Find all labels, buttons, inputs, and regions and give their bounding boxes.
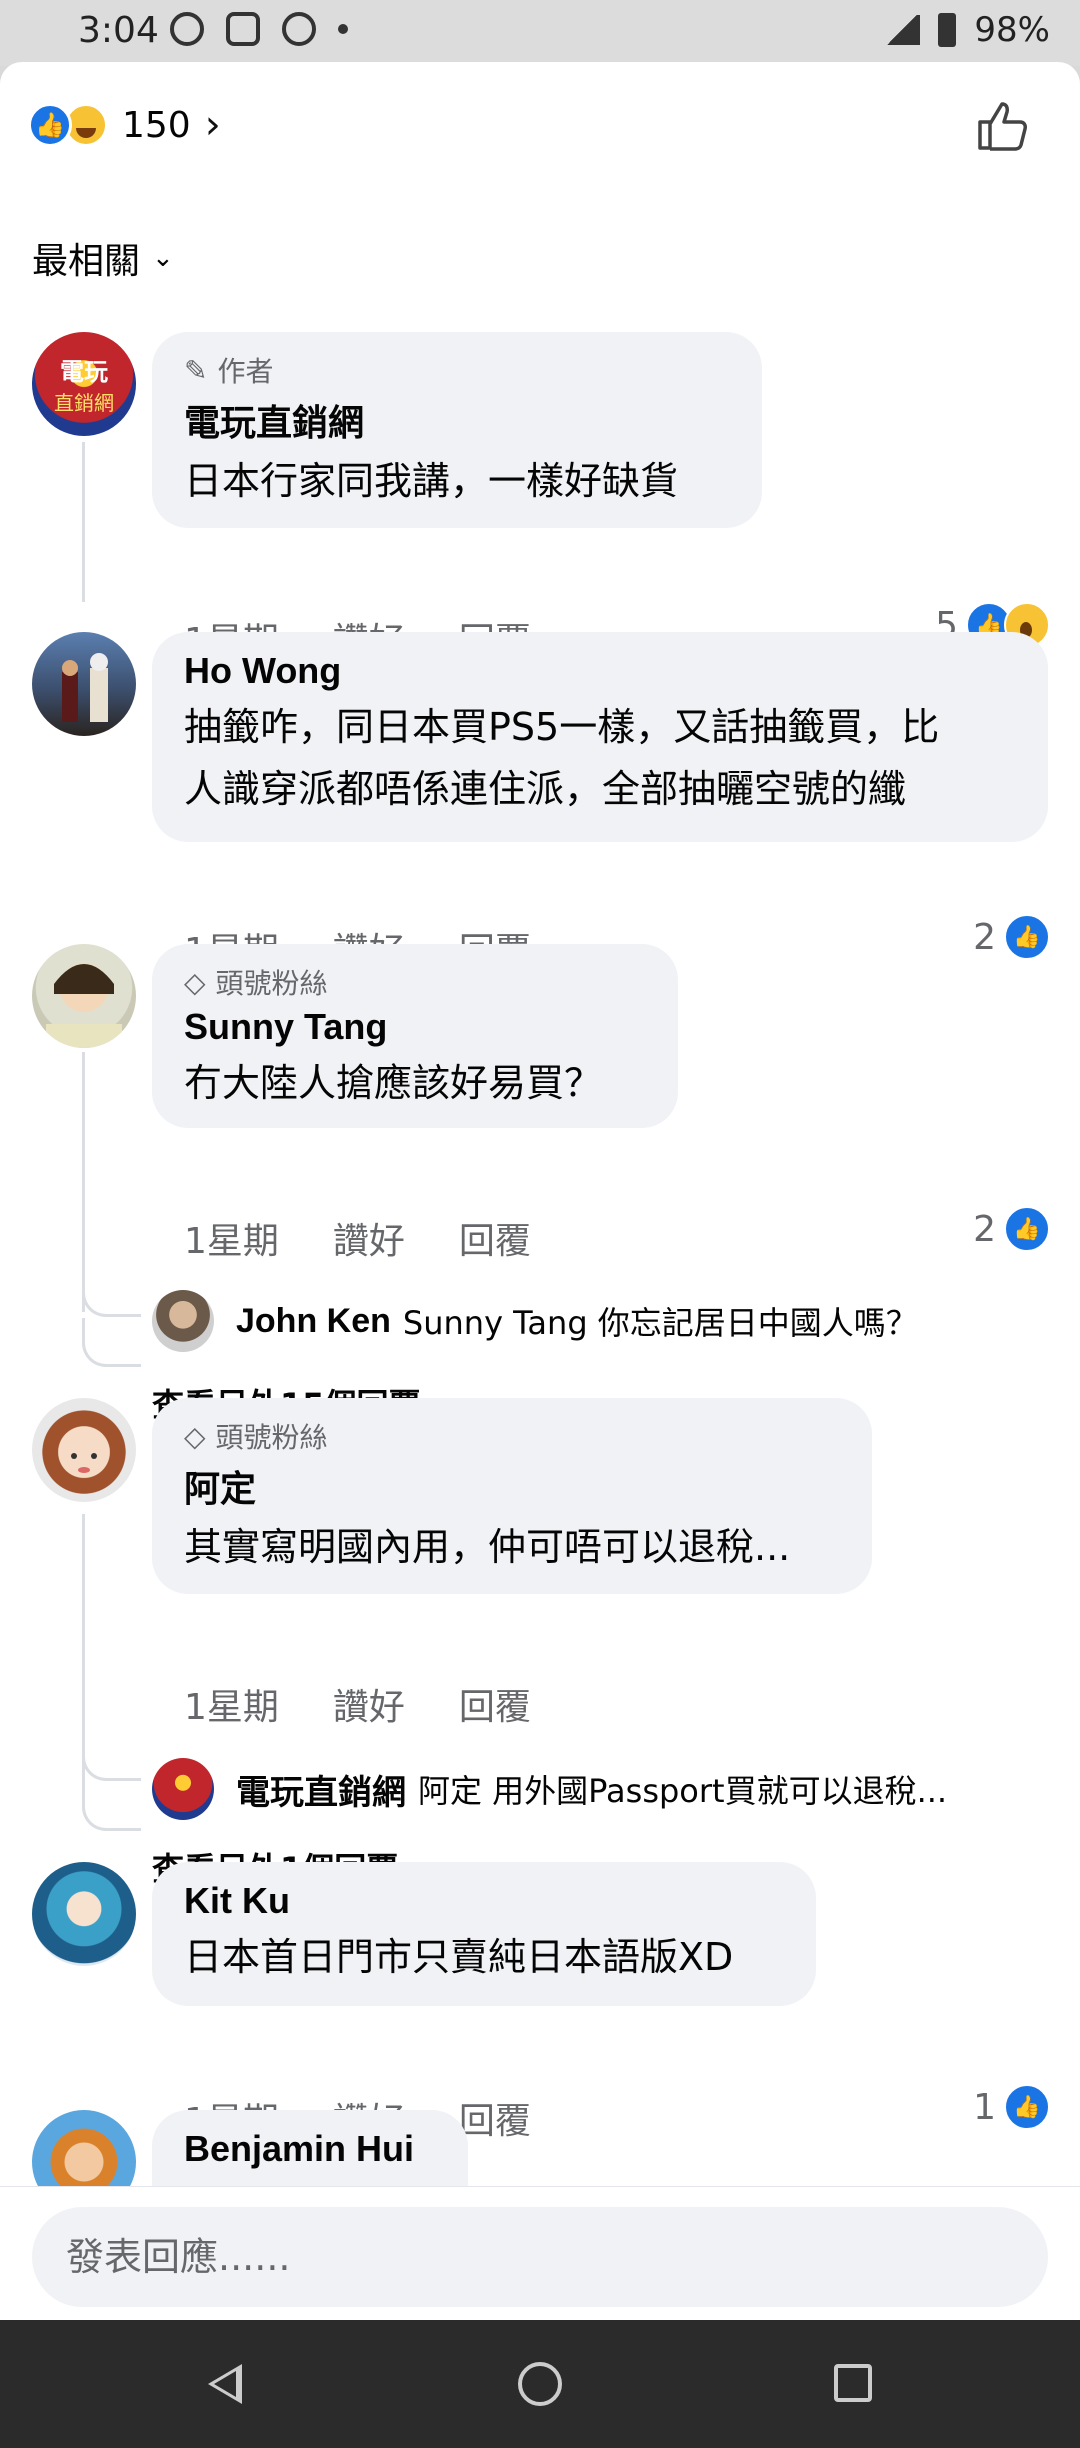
commenter-name[interactable]: Ho Wong: [184, 650, 1016, 692]
avatar[interactable]: [32, 632, 136, 736]
comment-reactions[interactable]: 2 👍: [973, 914, 1050, 960]
comment-time[interactable]: 1星期: [184, 1678, 279, 1730]
comment-bubble[interactable]: ◇ 頭號粉絲 Sunny Tang 冇大陸人搶應該好易買？: [152, 944, 678, 1128]
reply-text: 阿定 ￼￼用外國Passport買就可以退稅...: [418, 1772, 948, 1810]
comments-sheet: 👍 150 › 最相關 ⌄ 電玩 直銷網 ✎ 作者 電玩直銷網 日本行家同我講，一…: [0, 62, 1080, 2320]
thread-line: [82, 1052, 85, 1312]
reaction-count: 2: [973, 1208, 996, 1250]
avatar[interactable]: [32, 944, 136, 1048]
system-navigation-bar: [0, 2320, 1080, 2448]
chevron-down-icon: ⌄: [152, 243, 174, 273]
author-badge: ✎ 作者: [184, 350, 730, 390]
thumbs-up-outline-icon[interactable]: [974, 98, 1030, 154]
reactions-summary[interactable]: 👍 150 ›: [28, 102, 221, 148]
comment-actions: 1星期 讚好 回覆: [184, 1678, 531, 1730]
thread-connector: [82, 1782, 141, 1831]
reply-avatar: [152, 1290, 214, 1352]
commenter-name[interactable]: 阿定: [184, 1460, 840, 1512]
battery-percent: 98%: [974, 10, 1050, 50]
chevron-right-icon: ›: [204, 102, 221, 148]
like-reaction-icon: 👍: [1004, 914, 1050, 960]
discord-icon: [226, 12, 260, 46]
comment-actions: 1星期 讚好 回覆: [184, 1212, 531, 1264]
diamond-icon: ◇: [184, 965, 206, 999]
thread-line: [82, 442, 85, 602]
reply-text: Sunny Tang 你忘記居日中國人嗎？: [402, 1304, 918, 1342]
sort-dropdown[interactable]: 最相關 ⌄: [32, 232, 174, 284]
svg-text:電玩: 電玩: [60, 358, 108, 386]
reply-button[interactable]: 回覆: [459, 2092, 531, 2144]
top-fan-badge: ◇ 頭號粉絲: [184, 1416, 840, 1456]
battery-icon: [938, 13, 957, 47]
comment-text: 其實寫明國內用，仲可唔可以退稅...: [184, 1525, 791, 1569]
thread-connector: [82, 1284, 141, 1317]
diamond-icon: ◇: [184, 1419, 206, 1453]
home-icon[interactable]: [518, 2362, 562, 2406]
system-icons: 98%: [884, 10, 1050, 50]
recent-apps-icon[interactable]: [834, 2364, 872, 2402]
whatsapp-icon: [170, 12, 204, 46]
comment-bubble[interactable]: Kit Ku 日本首日門市只賣純日本語版XD: [152, 1862, 816, 2006]
like-button[interactable]: 讚好: [333, 1678, 405, 1730]
badge-label: 頭號粉絲: [215, 967, 328, 1000]
comment-bubble[interactable]: ✎ 作者 電玩直銷網 日本行家同我講，一樣好缺貨: [152, 332, 762, 528]
commenter-name[interactable]: 電玩直銷網: [184, 394, 730, 446]
back-icon[interactable]: [208, 2364, 242, 2404]
reply-button[interactable]: 回覆: [459, 1678, 531, 1730]
like-reaction-icon: 👍: [28, 103, 72, 147]
comment-reactions[interactable]: 1 👍: [973, 2084, 1050, 2130]
reaction-count: 1: [973, 2086, 996, 2128]
comment-composer: 發表回應......: [0, 2186, 1080, 2320]
comment-input[interactable]: 發表回應......: [32, 2207, 1048, 2307]
reply-avatar: [152, 1758, 214, 1820]
reply-button[interactable]: 回覆: [459, 1212, 531, 1264]
comment-bubble[interactable]: ◇ 頭號粉絲 阿定 其實寫明國內用，仲可唔可以退稅...: [152, 1398, 872, 1594]
reply-preview[interactable]: John Ken Sunny Tang 你忘記居日中國人嗎？: [152, 1290, 1052, 1352]
messenger-icon: [282, 12, 316, 46]
reaction-count: 2: [973, 916, 996, 958]
reaction-count: 150: [122, 104, 191, 146]
status-time: 3:04: [78, 10, 159, 51]
like-button[interactable]: 讚好: [333, 1212, 405, 1264]
top-fan-badge: ◇ 頭號粉絲: [184, 962, 646, 1002]
badge-label: 頭號粉絲: [215, 1421, 328, 1454]
signal-icon: [884, 15, 921, 45]
comment-bubble[interactable]: Ho Wong 抽籤咋，同日本買PS5一樣，又話抽籤買，比 人識穿派都唔係連住派…: [152, 632, 1048, 842]
svg-text:直銷網: 直銷網: [54, 391, 114, 415]
notification-icons: [170, 12, 348, 46]
avatar[interactable]: 電玩 直銷網: [32, 332, 136, 436]
status-bar: 3:04 98%: [0, 0, 1080, 66]
like-reaction-icon: 👍: [1004, 1206, 1050, 1252]
thread-connector: [82, 1748, 141, 1781]
comment-reactions[interactable]: 2 👍: [973, 1206, 1050, 1252]
commenter-name[interactable]: Kit Ku: [184, 1880, 784, 1922]
pencil-icon: ✎: [184, 353, 208, 387]
thread-connector: [82, 1318, 141, 1367]
sort-label: 最相關: [32, 241, 141, 282]
comment-text: 日本行家同我講，一樣好缺貨: [184, 459, 679, 503]
comment-time[interactable]: 1星期: [184, 1212, 279, 1264]
more-notifications-icon: [338, 24, 348, 34]
comment-text: 日本首日門市只賣純日本語版XD: [184, 1935, 734, 1979]
badge-label: 作者: [217, 355, 274, 388]
like-reaction-icon: 👍: [1004, 2084, 1050, 2130]
reply-author: John Ken: [236, 1301, 391, 1340]
comment-text-line: 人識穿派都唔係連住派，全部抽曬空號的纖: [184, 767, 907, 811]
comment-text: 抽籤咋，同日本買PS5一樣，又話抽籤買，比 人識穿派都唔係連住派，全部抽曬空號的…: [184, 696, 1016, 820]
commenter-name[interactable]: Sunny Tang: [184, 1006, 646, 1048]
reply-author: 電玩直銷網: [236, 1773, 406, 1812]
comment-text-line: 抽籤咋，同日本買PS5一樣，又話抽籤買，比: [184, 705, 940, 749]
avatar[interactable]: [32, 1862, 136, 1966]
avatar[interactable]: [32, 1398, 136, 1502]
reply-preview[interactable]: 電玩直銷網 阿定 ￼￼用外國Passport買就可以退稅...: [152, 1758, 1052, 1820]
commenter-name[interactable]: Benjamin Hui: [184, 2128, 436, 2170]
comment-text: 冇大陸人搶應該好易買？: [184, 1061, 603, 1105]
